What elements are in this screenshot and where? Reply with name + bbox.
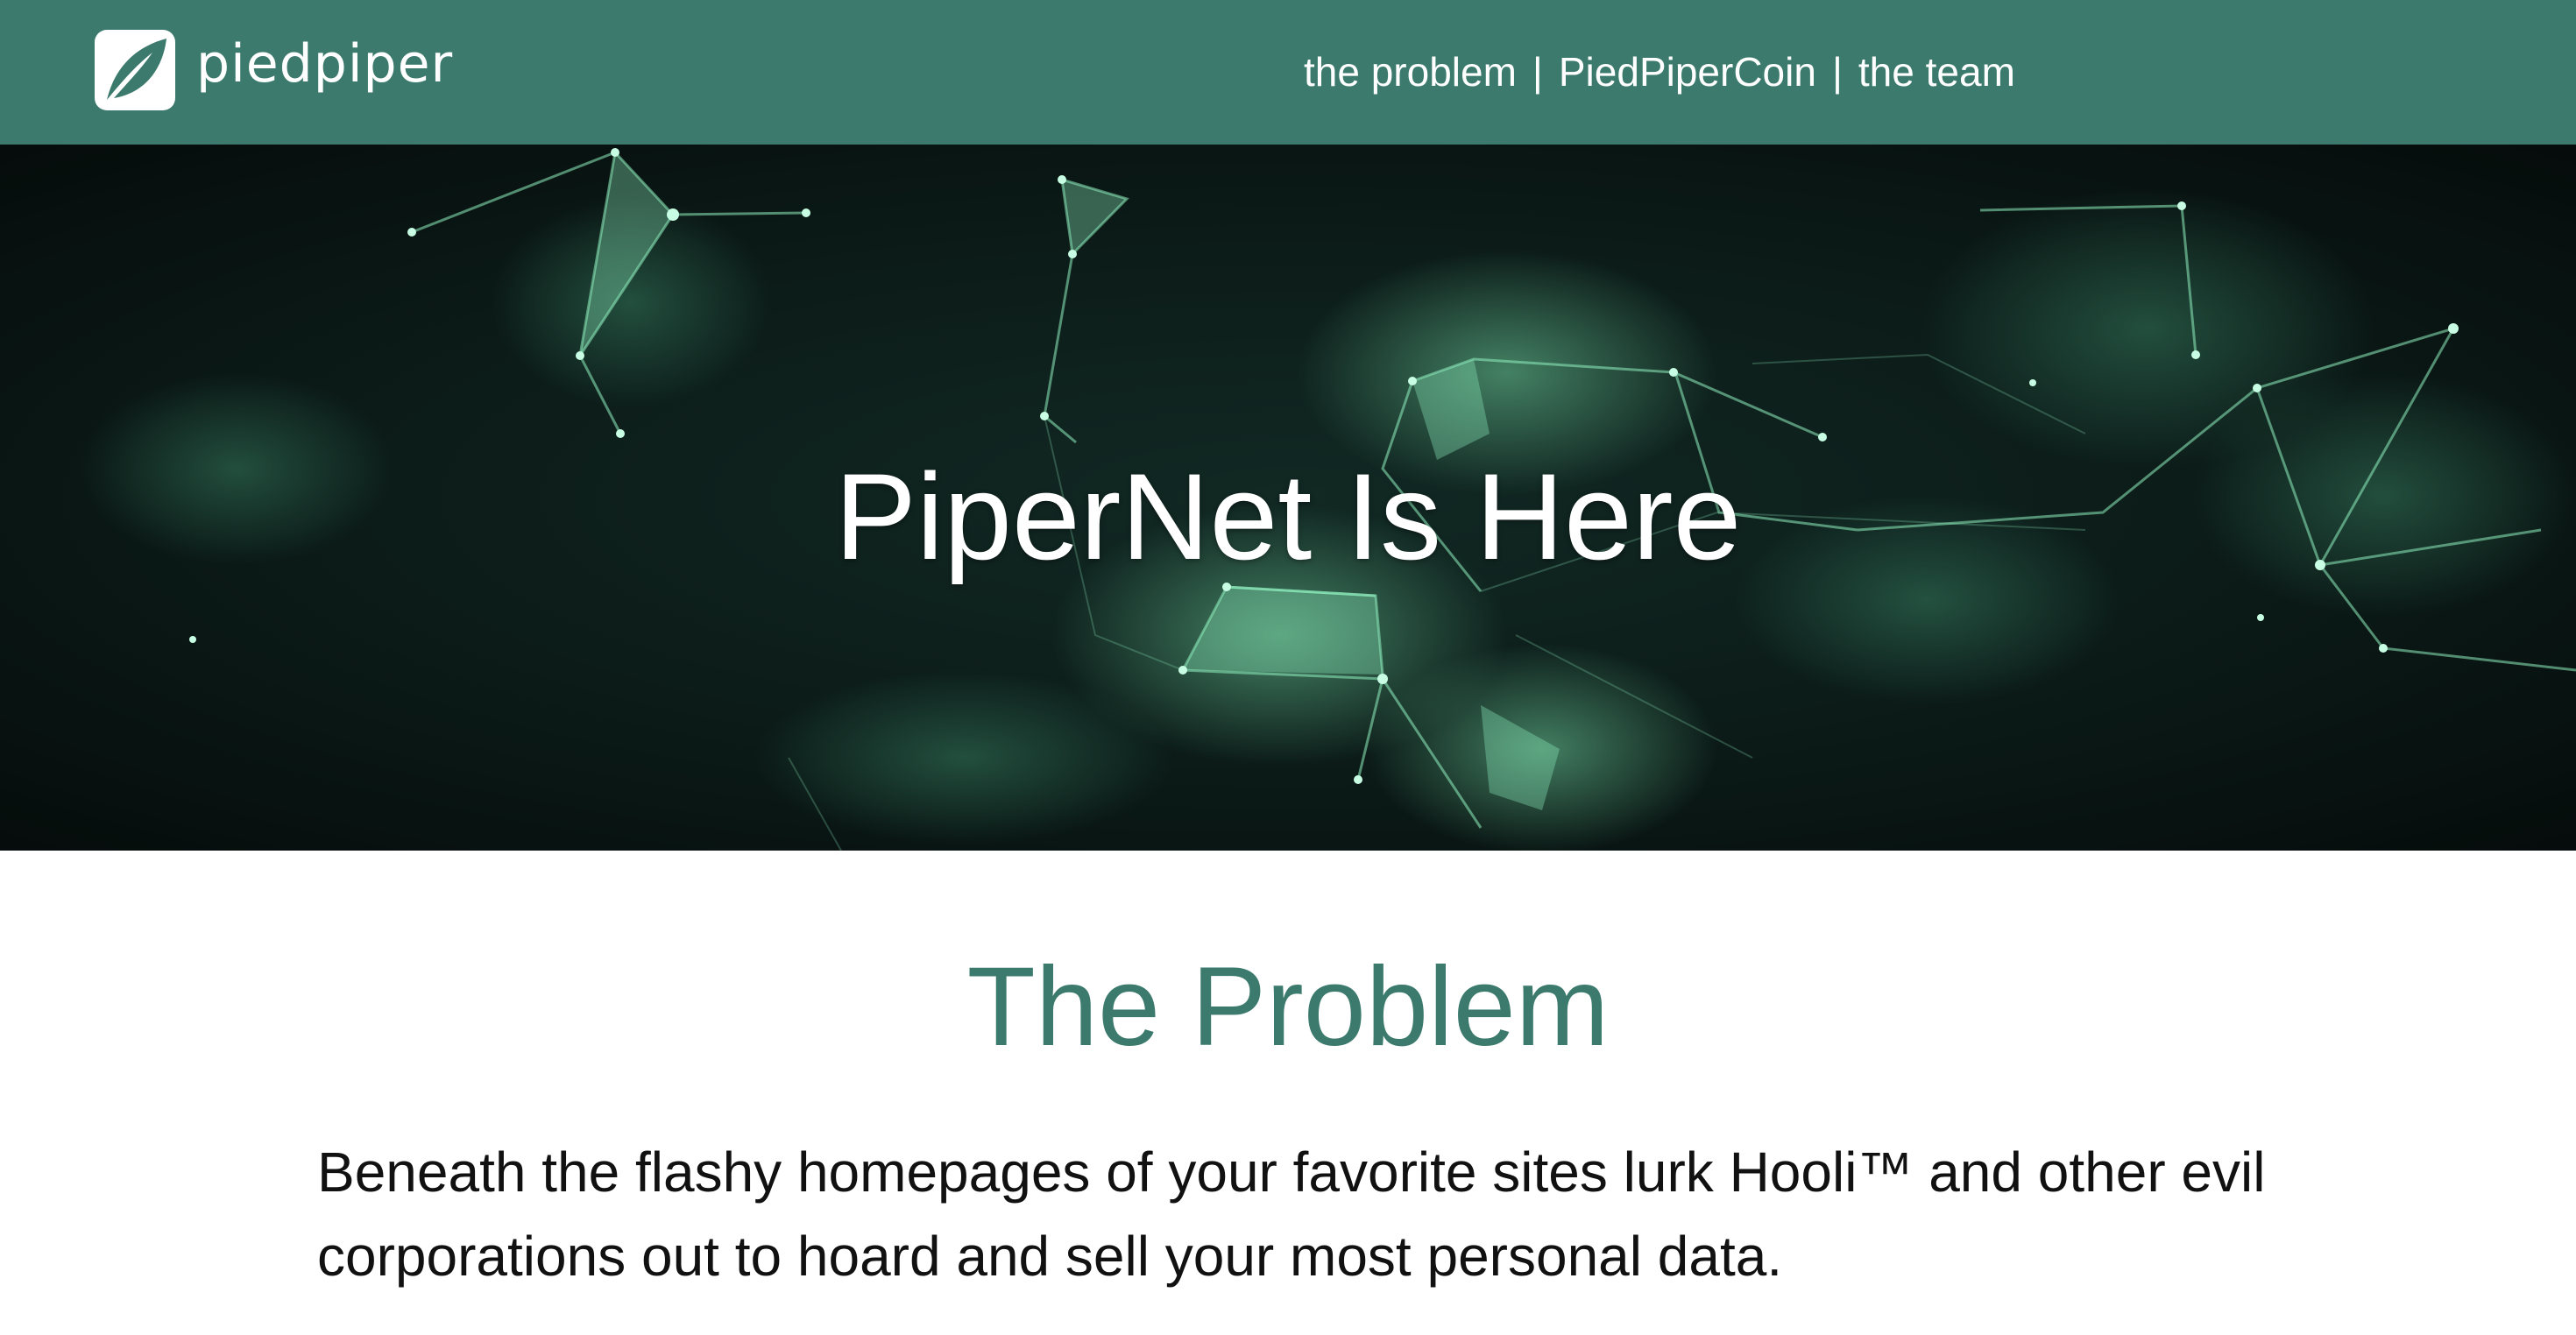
nav-link-the-team[interactable]: the team [1858,46,2015,98]
nav-link-piedpipercoin[interactable]: PiedPiperCoin [1559,46,1816,98]
nav-separator: | [1831,49,1843,95]
problem-description: Beneath the flashy homepages of your fav… [317,1141,2266,1288]
logo-text: piedpiper [196,33,454,95]
logo-link[interactable]: piedpiper [95,30,453,110]
nav-separator: | [1532,49,1543,95]
nav-link-the-problem[interactable]: the problem [1304,46,1517,98]
problem-heading: The Problem [966,944,1610,1070]
main-nav: the problem | PiedPiperCoin | the team [1304,46,2015,98]
hero-banner: PiperNet Is Here [0,145,2576,851]
leaf-logo-icon [95,30,175,110]
hero-title: PiperNet Is Here [834,448,1742,585]
site-header: piedpiper the problem | PiedPiperCoin | … [0,0,2576,145]
